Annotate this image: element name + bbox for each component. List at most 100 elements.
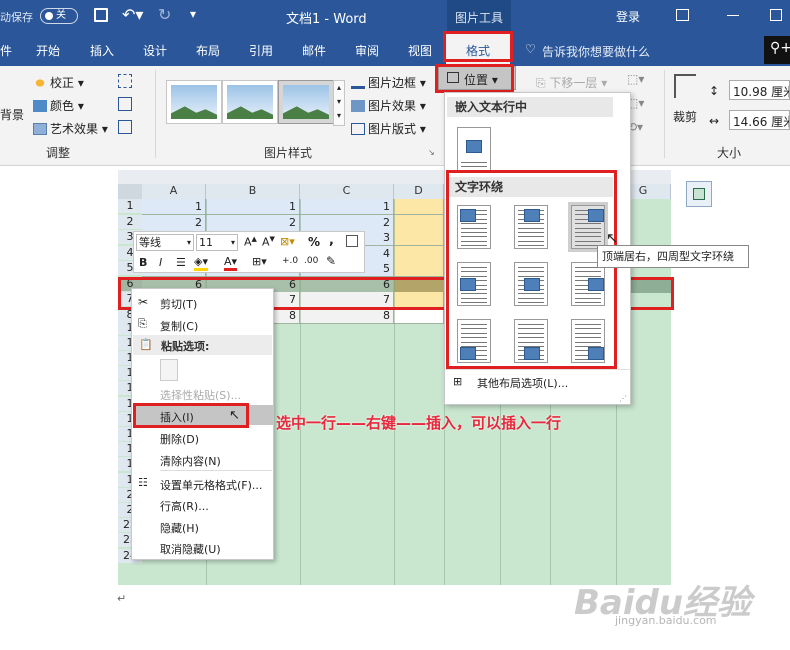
shrink-font-icon[interactable]: A▼ bbox=[262, 235, 275, 249]
row-header[interactable]: 2 bbox=[118, 214, 142, 229]
column-header[interactable]: B bbox=[206, 184, 300, 199]
dialog-launcher-icon[interactable]: ↘ bbox=[428, 148, 435, 157]
change-picture-icon[interactable] bbox=[118, 97, 132, 111]
tab-view[interactable]: 视图 bbox=[408, 42, 432, 59]
grid-line bbox=[394, 199, 395, 585]
menu-paste-special[interactable]: 选择性粘贴(S)... bbox=[160, 387, 241, 403]
menu-hide[interactable]: 隐藏(H) bbox=[160, 520, 199, 536]
artistic-label: 艺术效果 ▾ bbox=[50, 122, 108, 136]
font-size-box[interactable]: 11 ▾ bbox=[196, 234, 238, 251]
table-cell[interactable]: 2 bbox=[206, 214, 300, 231]
borders-icon[interactable]: ⊞▾ bbox=[252, 255, 267, 268]
comma-button[interactable]: , bbox=[329, 233, 334, 248]
sun-icon bbox=[33, 77, 47, 89]
tab-design[interactable]: 设计 bbox=[143, 42, 167, 59]
more-layout-options[interactable]: 其他布局选项(L)... bbox=[477, 375, 568, 391]
table-cell[interactable] bbox=[394, 261, 444, 277]
tell-me-box[interactable]: 告诉我你想要做什么 bbox=[542, 43, 650, 60]
fill-color-icon[interactable]: ◈▾ bbox=[194, 255, 208, 271]
picture-style-1[interactable] bbox=[166, 80, 222, 124]
font-name-box[interactable]: 等线 ▾ bbox=[136, 234, 194, 251]
autosave-toggle[interactable]: 关 bbox=[40, 8, 78, 24]
grow-font-icon[interactable]: A▲ bbox=[244, 235, 257, 249]
picture-style-2[interactable] bbox=[222, 80, 278, 124]
menu-unhide[interactable]: 取消隐藏(U) bbox=[160, 541, 221, 557]
table-cell[interactable] bbox=[394, 214, 444, 231]
tab-layout[interactable]: 布局 bbox=[196, 42, 220, 59]
increase-decimal-icon[interactable]: +.0 bbox=[282, 256, 298, 266]
paste-icon[interactable] bbox=[160, 359, 178, 381]
login-link[interactable]: 登录 bbox=[616, 8, 640, 25]
color-button[interactable]: 颜色 ▾ bbox=[33, 97, 84, 114]
column-header[interactable]: A bbox=[142, 184, 206, 199]
select-all-corner[interactable] bbox=[118, 184, 142, 199]
remove-background-label[interactable]: 背景 bbox=[0, 106, 24, 123]
picture-layout-button[interactable]: 图片版式 ▾ bbox=[351, 120, 426, 137]
table-cell[interactable]: 1 bbox=[300, 199, 394, 215]
undo-icon[interactable]: ↶▾ bbox=[122, 5, 143, 24]
menu-delete[interactable]: 删除(D) bbox=[160, 431, 199, 447]
table-cell[interactable] bbox=[394, 199, 444, 215]
percent-button[interactable]: % bbox=[308, 235, 320, 249]
crop-icon[interactable] bbox=[674, 74, 696, 98]
quick-access-more-icon[interactable]: ▾ bbox=[190, 7, 196, 21]
picture-tools-label: 图片工具 bbox=[455, 11, 504, 25]
compress-icon[interactable] bbox=[118, 74, 132, 88]
menu-clear-contents[interactable]: 清除内容(N) bbox=[160, 453, 221, 469]
picture-border-button[interactable]: 图片边框 ▾ bbox=[351, 74, 426, 91]
minimize-icon[interactable] bbox=[727, 15, 739, 16]
annotation-text: 选中一行——右键——插入，可以插入一行 bbox=[276, 414, 562, 432]
bold-button[interactable]: B bbox=[139, 256, 147, 269]
table-cell[interactable] bbox=[394, 245, 444, 262]
column-header[interactable]: D bbox=[394, 184, 444, 199]
send-backward-button[interactable]: ⎘ 下移一层 ▾ bbox=[536, 74, 607, 91]
font-color-icon[interactable]: A▾ bbox=[224, 255, 238, 271]
resize-grip-icon[interactable]: ⋰ bbox=[619, 394, 627, 403]
accounting-format-icon[interactable]: ⊠▾ bbox=[280, 235, 295, 248]
position-inline[interactable] bbox=[457, 127, 491, 171]
table-cell[interactable]: 2 bbox=[142, 214, 206, 231]
redo-icon[interactable]: ↻ bbox=[158, 5, 171, 24]
row-header[interactable]: 1 bbox=[118, 199, 142, 213]
format-painter-grid-icon[interactable] bbox=[346, 235, 358, 247]
table-cell[interactable]: 1 bbox=[142, 199, 206, 215]
align-center-icon[interactable]: ☰ bbox=[176, 256, 186, 269]
layout-options-icon[interactable] bbox=[686, 181, 712, 207]
italic-button[interactable]: I bbox=[159, 256, 162, 269]
menu-cut[interactable]: 剪切(T) bbox=[160, 296, 197, 312]
tab-review[interactable]: 审阅 bbox=[355, 42, 379, 59]
ribbon-display-icon[interactable] bbox=[676, 9, 689, 21]
tab-home[interactable]: 开始 bbox=[36, 42, 60, 59]
position-button-highlight bbox=[435, 64, 514, 93]
watermark-url: jingyan.baidu.com bbox=[615, 614, 717, 627]
font-size: 11 bbox=[199, 236, 213, 249]
tab-file-edge[interactable]: 件 bbox=[0, 42, 12, 59]
column-header[interactable]: C bbox=[300, 184, 394, 199]
color-icon bbox=[33, 100, 47, 112]
menu-format-cells[interactable]: 设置单元格格式(F)... bbox=[160, 477, 262, 493]
picture-style-3[interactable] bbox=[278, 80, 334, 124]
table-cell[interactable] bbox=[394, 230, 444, 246]
table-cell[interactable]: 2 bbox=[300, 214, 394, 231]
tab-references[interactable]: 引用 bbox=[249, 42, 273, 59]
width-field[interactable]: 14.66 厘米 bbox=[729, 110, 790, 130]
tab-insert[interactable]: 插入 bbox=[90, 42, 114, 59]
table-cell[interactable]: 1 bbox=[206, 199, 300, 215]
maximize-icon[interactable] bbox=[770, 9, 782, 21]
tab-mailings[interactable]: 邮件 bbox=[302, 42, 326, 59]
save-icon[interactable] bbox=[94, 8, 108, 22]
artistic-effects-button[interactable]: 艺术效果 ▾ bbox=[33, 120, 108, 137]
share-icon[interactable]: ⚲+ bbox=[764, 36, 790, 64]
decrease-decimal-icon[interactable]: .00 bbox=[304, 256, 318, 266]
height-field[interactable]: 10.98 厘米 bbox=[729, 80, 790, 100]
picture-effects-button[interactable]: 图片效果 ▾ bbox=[351, 97, 426, 114]
menu-row-height[interactable]: 行高(R)... bbox=[160, 498, 209, 514]
align-icon[interactable]: ⬚▾ bbox=[627, 72, 644, 86]
corrections-button[interactable]: 校正 ▾ bbox=[33, 74, 84, 91]
paintbrush-icon[interactable]: ✎ bbox=[326, 254, 336, 268]
styles-scroll[interactable]: ▴ ▾ ▾ bbox=[333, 80, 345, 126]
picture-glyph bbox=[466, 140, 482, 153]
reset-picture-icon[interactable] bbox=[118, 120, 132, 134]
menu-copy[interactable]: 复制(C) bbox=[160, 318, 198, 334]
crop-label[interactable]: 裁剪 bbox=[673, 108, 697, 125]
